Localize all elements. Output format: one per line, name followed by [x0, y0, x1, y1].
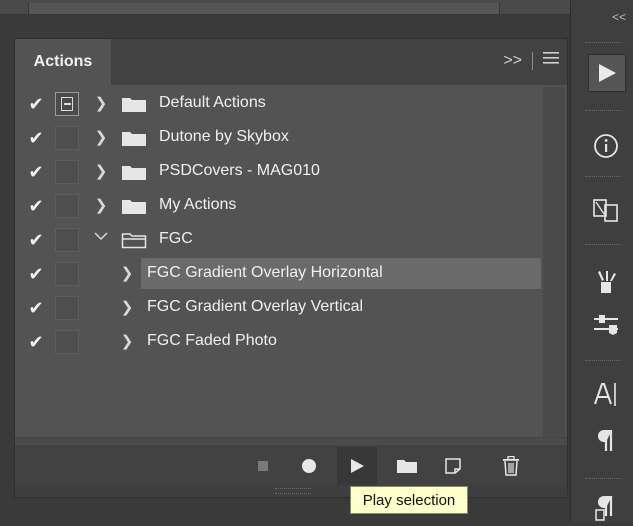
set-label: PSDCovers - MAG010: [159, 162, 320, 179]
dock-group-grip: [585, 360, 621, 363]
action-set-row[interactable]: ✔ FGC: [15, 223, 543, 257]
panel-controls: >>: [503, 51, 559, 70]
panel-expand-button[interactable]: >>: [503, 52, 522, 70]
set-label: FGC: [159, 230, 193, 247]
action-label: FGC Faded Photo: [147, 332, 277, 349]
dock-group-grip: [585, 176, 621, 179]
action-label: FGC Gradient Overlay Vertical: [147, 298, 364, 315]
tooltip: Play selection: [350, 486, 468, 514]
brushes-icon: [598, 271, 616, 293]
folder-icon: [122, 132, 146, 146]
actions-toolbar: [15, 445, 567, 485]
chevron-right-icon[interactable]: ❯: [93, 162, 109, 180]
brushes-panel-button[interactable]: [588, 264, 624, 300]
new-set-button[interactable]: [387, 447, 427, 485]
play-icon: [351, 459, 364, 473]
dock-group-grip: [585, 478, 621, 481]
toggle-dialog-icon[interactable]: [55, 330, 79, 354]
toggle-item-check-icon[interactable]: ✔: [25, 331, 47, 353]
chevron-right-icon[interactable]: ❯: [119, 264, 135, 282]
action-set-row[interactable]: ✔ ❯ PSDCovers - MAG010: [15, 155, 543, 189]
paragraph-styles-icon: [595, 496, 613, 521]
toggle-item-check-icon[interactable]: ✔: [25, 127, 47, 149]
set-label: My Actions: [159, 196, 237, 213]
open-folder-icon: [121, 233, 147, 249]
trash-icon: [503, 456, 519, 476]
record-icon: [302, 459, 316, 473]
grip-handle: [275, 488, 311, 494]
toggle-dialog-icon[interactable]: [55, 92, 79, 116]
dock-group-grip: [585, 244, 621, 247]
record-button[interactable]: [289, 447, 329, 485]
adjustments-icon: [594, 315, 618, 335]
adjustments-panel-button[interactable]: [588, 306, 624, 342]
actions-list: ✔ ❯ Default Actions ✔ ❯ Dutone by Skybox…: [15, 87, 543, 437]
toggle-dialog-icon[interactable]: [55, 160, 79, 184]
toggle-item-check-icon[interactable]: ✔: [25, 195, 47, 217]
action-row[interactable]: ✔ ❯ FGC Faded Photo: [15, 325, 543, 359]
paragraph-styles-panel-button[interactable]: [588, 490, 624, 526]
action-row[interactable]: ✔ ❯ FGC Gradient Overlay Horizontal: [15, 257, 543, 291]
toggle-dialog-icon[interactable]: [55, 194, 79, 218]
list-scrollbar[interactable]: [543, 87, 565, 437]
set-label: Dutone by Skybox: [159, 128, 289, 145]
chevron-down-icon[interactable]: [93, 228, 109, 245]
actions-play-icon: [599, 64, 616, 82]
info-panel-button[interactable]: [588, 128, 624, 164]
actions-panel: Actions >> ✔ ❯ Default Actions ✔ ❯ Duton…: [14, 38, 568, 498]
chevron-right-icon[interactable]: ❯: [93, 196, 109, 214]
collapse-dock-button[interactable]: <<: [612, 10, 626, 24]
panel-tab-bar: Actions >>: [15, 39, 567, 85]
delete-button[interactable]: [491, 447, 531, 485]
toggle-item-check-icon[interactable]: ✔: [25, 229, 47, 251]
folder-icon: [122, 200, 146, 214]
new-set-folder-icon: [397, 460, 417, 473]
top-strip: [0, 0, 570, 14]
chevron-right-icon[interactable]: ❯: [119, 298, 135, 316]
chevron-right-icon[interactable]: ❯: [93, 128, 109, 146]
panel-menu-icon[interactable]: [543, 51, 559, 70]
toggle-item-check-icon[interactable]: ✔: [25, 93, 47, 115]
chevron-right-icon[interactable]: ❯: [119, 332, 135, 350]
folder-icon: [122, 166, 146, 180]
folder-icon: [122, 98, 146, 112]
toggle-dialog-icon[interactable]: [55, 262, 79, 286]
set-label: Default Actions: [159, 94, 266, 111]
tab-actions-label: Actions: [33, 53, 93, 70]
info-icon: [594, 134, 618, 158]
dock-group-grip: [585, 110, 621, 113]
toggle-item-check-icon[interactable]: ✔: [25, 297, 47, 319]
paragraph-panel-button[interactable]: [588, 422, 624, 458]
divider: [532, 51, 533, 70]
artboard-panel-button[interactable]: [588, 192, 624, 228]
action-set-row[interactable]: ✔ ❯ Dutone by Skybox: [15, 121, 543, 155]
toggle-dialog-icon[interactable]: [55, 228, 79, 252]
new-action-icon: [445, 458, 461, 474]
play-selection-button[interactable]: [337, 447, 377, 485]
dock-group-grip: [585, 42, 621, 45]
top-scroll-area: [28, 3, 500, 14]
action-row[interactable]: ✔ ❯ FGC Gradient Overlay Vertical: [15, 291, 543, 325]
action-set-row[interactable]: ✔ ❯ Default Actions: [15, 87, 543, 121]
panel-resize-grip[interactable]: [15, 485, 567, 497]
action-set-row[interactable]: ✔ ❯ My Actions: [15, 189, 543, 223]
chevron-right-icon[interactable]: ❯: [93, 94, 109, 112]
tab-actions[interactable]: Actions: [15, 39, 111, 85]
toggle-dialog-icon[interactable]: [55, 126, 79, 150]
toggle-item-check-icon[interactable]: ✔: [25, 161, 47, 183]
actions-panel-button[interactable]: [588, 54, 626, 92]
character-icon: [594, 383, 616, 406]
new-action-button[interactable]: [433, 447, 473, 485]
toggle-item-check-icon[interactable]: ✔: [25, 263, 47, 285]
right-panel-dock: <<: [570, 0, 633, 522]
toggle-dialog-icon[interactable]: [55, 296, 79, 320]
character-panel-button[interactable]: [588, 376, 624, 412]
action-label: FGC Gradient Overlay Horizontal: [147, 264, 383, 281]
paragraph-icon: [598, 430, 613, 451]
stop-icon: [258, 461, 268, 471]
stop-button[interactable]: [243, 447, 283, 485]
artboard-icon: [593, 199, 618, 222]
